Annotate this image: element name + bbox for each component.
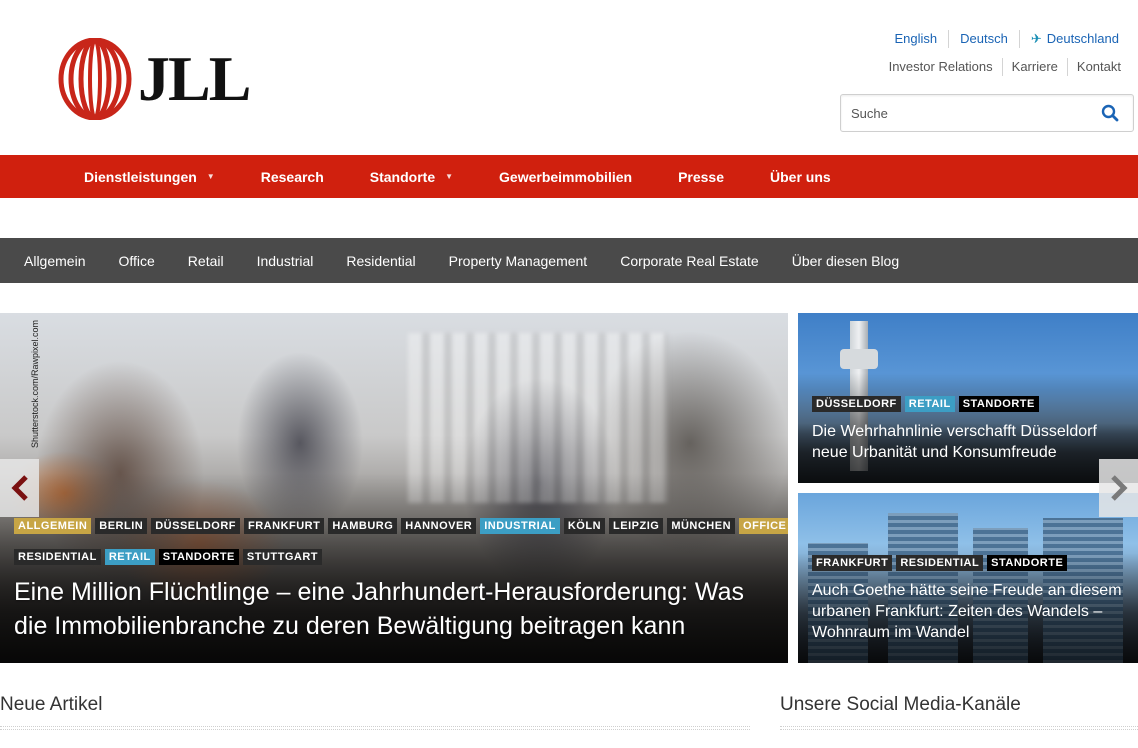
country-selector-link[interactable]: ✈ Deutschland <box>1018 30 1130 48</box>
category-tag[interactable]: RESIDENTIAL <box>896 555 984 571</box>
language-switcher: English Deutsch ✈ Deutschland <box>883 30 1130 48</box>
search-input[interactable] <box>841 95 1091 131</box>
lang-english-link[interactable]: English <box>883 30 948 48</box>
featured-card-frankfurt[interactable]: FRANKFURT RESIDENTIAL STANDORTE Auch Goeth… <box>798 493 1138 663</box>
category-tag[interactable]: STANDORTE <box>987 555 1068 571</box>
blog-nav-allgemein[interactable]: Allgemein <box>24 253 85 269</box>
category-tag[interactable]: FRANKFURT <box>812 555 893 571</box>
world-map-icon: ✈ <box>1030 31 1042 46</box>
category-tag[interactable]: HANNOVER <box>401 518 477 534</box>
hero-slide[interactable]: Shutterstock.com/Rawpixel.com ALLGEMEIN B… <box>0 313 788 663</box>
new-articles-heading: Neue Artikel <box>0 694 103 715</box>
category-tag[interactable]: KÖLN <box>563 518 606 534</box>
photo-credit-text: Shutterstock.com/Rawpixel.com <box>30 319 40 448</box>
category-tag[interactable]: OFFICE <box>739 518 788 534</box>
card-title[interactable]: Die Wehrhahnlinie verschafft Düsseldorf … <box>812 421 1130 463</box>
category-tag[interactable]: INDUSTRIAL <box>480 518 560 534</box>
main-navigation: Dienstleistungen ▼ Research Standorte ▼ … <box>0 155 1138 198</box>
photo-credit: Shutterstock.com/Rawpixel.com <box>30 318 42 448</box>
kontakt-link[interactable]: Kontakt <box>1066 58 1130 76</box>
nav-label: Research <box>260 168 324 185</box>
hero-tags-row-2: RESIDENTIAL RETAIL STANDORTE STUTTGART <box>14 549 326 565</box>
caret-down-icon: ▼ <box>206 172 215 181</box>
nav-dienstleistungen[interactable]: Dienstleistungen ▼ <box>84 169 215 185</box>
category-tag[interactable]: RESIDENTIAL <box>14 549 101 565</box>
caret-down-icon: ▼ <box>445 172 454 181</box>
category-tag[interactable]: RETAIL <box>904 396 955 412</box>
card-tags: DÜSSELDORF RETAIL STANDORTE <box>812 396 1043 412</box>
nav-ueber-uns[interactable]: Über uns <box>770 169 831 185</box>
category-tag[interactable]: DÜSSELDORF <box>812 396 901 412</box>
category-tag[interactable]: LEIPZIG <box>609 518 664 534</box>
hero-tags-row-1: ALLGEMEIN BERLIN DÜSSELDORF FRANKFURT HAMBUR… <box>14 518 788 534</box>
utility-links: Investor Relations Karriere Kontakt <box>880 58 1130 76</box>
search-box <box>840 94 1134 132</box>
section-divider <box>0 726 750 730</box>
card-title[interactable]: Auch Goethe hätte seine Freude an diesem… <box>812 580 1130 643</box>
hero-title[interactable]: Eine Million Flüchtlinge – eine Jahrhund… <box>14 575 774 643</box>
blog-nav-property-management[interactable]: Property Management <box>449 253 588 269</box>
nav-label: Presse <box>678 168 725 185</box>
nav-gewerbeimmobilien[interactable]: Gewerbeimmobilien <box>499 169 632 185</box>
nav-label: Standorte <box>369 168 436 185</box>
blog-category-nav: Allgemein Office Retail Industrial Resid… <box>0 238 1138 283</box>
category-tag[interactable]: MÜNCHEN <box>667 518 736 534</box>
category-tag[interactable]: BERLIN <box>95 518 148 534</box>
nav-standorte[interactable]: Standorte ▼ <box>370 169 453 185</box>
blog-nav-industrial[interactable]: Industrial <box>257 253 314 269</box>
blog-nav-retail[interactable]: Retail <box>188 253 224 269</box>
category-tag[interactable]: STANDORTE <box>958 396 1039 412</box>
category-tag[interactable]: ALLGEMEIN <box>14 518 92 534</box>
search-icon[interactable] <box>1101 104 1119 122</box>
featured-card-duesseldorf[interactable]: DÜSSELDORF RETAIL STANDORTE Die Wehrhahnli… <box>798 313 1138 483</box>
nav-label: Dienstleistungen <box>84 168 197 185</box>
country-label: Deutschland <box>1046 31 1119 46</box>
category-tag[interactable]: DÜSSELDORF <box>151 518 241 534</box>
nav-research[interactable]: Research <box>261 169 324 185</box>
section-divider <box>780 726 1138 730</box>
slider-next-button[interactable] <box>1099 459 1138 517</box>
category-tag[interactable]: STUTTGART <box>242 549 322 565</box>
nav-presse[interactable]: Presse <box>678 169 724 185</box>
karriere-link[interactable]: Karriere <box>1001 58 1067 76</box>
lang-deutsch-link[interactable]: Deutsch <box>948 30 1019 48</box>
category-tag[interactable]: HAMBURG <box>328 518 398 534</box>
investor-relations-link[interactable]: Investor Relations <box>880 58 1002 76</box>
blog-nav-residential[interactable]: Residential <box>346 253 415 269</box>
logo-text: JLL <box>138 43 251 114</box>
chevron-right-icon <box>1110 475 1128 501</box>
social-media-heading: Unsere Social Media-Kanäle <box>780 694 1021 715</box>
slider-prev-button[interactable] <box>0 459 39 517</box>
card-tags: FRANKFURT RESIDENTIAL STANDORTE <box>812 555 1071 571</box>
blog-nav-office[interactable]: Office <box>118 253 154 269</box>
category-tag[interactable]: RETAIL <box>104 549 155 565</box>
category-tag[interactable]: STANDORTE <box>158 549 239 565</box>
jll-logo[interactable]: JLL <box>58 38 251 120</box>
blog-nav-corporate-real-estate[interactable]: Corporate Real Estate <box>620 253 759 269</box>
nav-label: Über uns <box>770 168 831 185</box>
site-header: JLL English Deutsch ✈ Deutschland Invest… <box>0 0 1138 155</box>
blog-nav-ueber-diesen-blog[interactable]: Über diesen Blog <box>792 253 899 269</box>
chevron-left-icon <box>10 475 28 501</box>
jll-rings-icon <box>58 38 132 120</box>
nav-label: Gewerbeimmobilien <box>499 168 633 185</box>
category-tag[interactable]: FRANKFURT <box>244 518 325 534</box>
